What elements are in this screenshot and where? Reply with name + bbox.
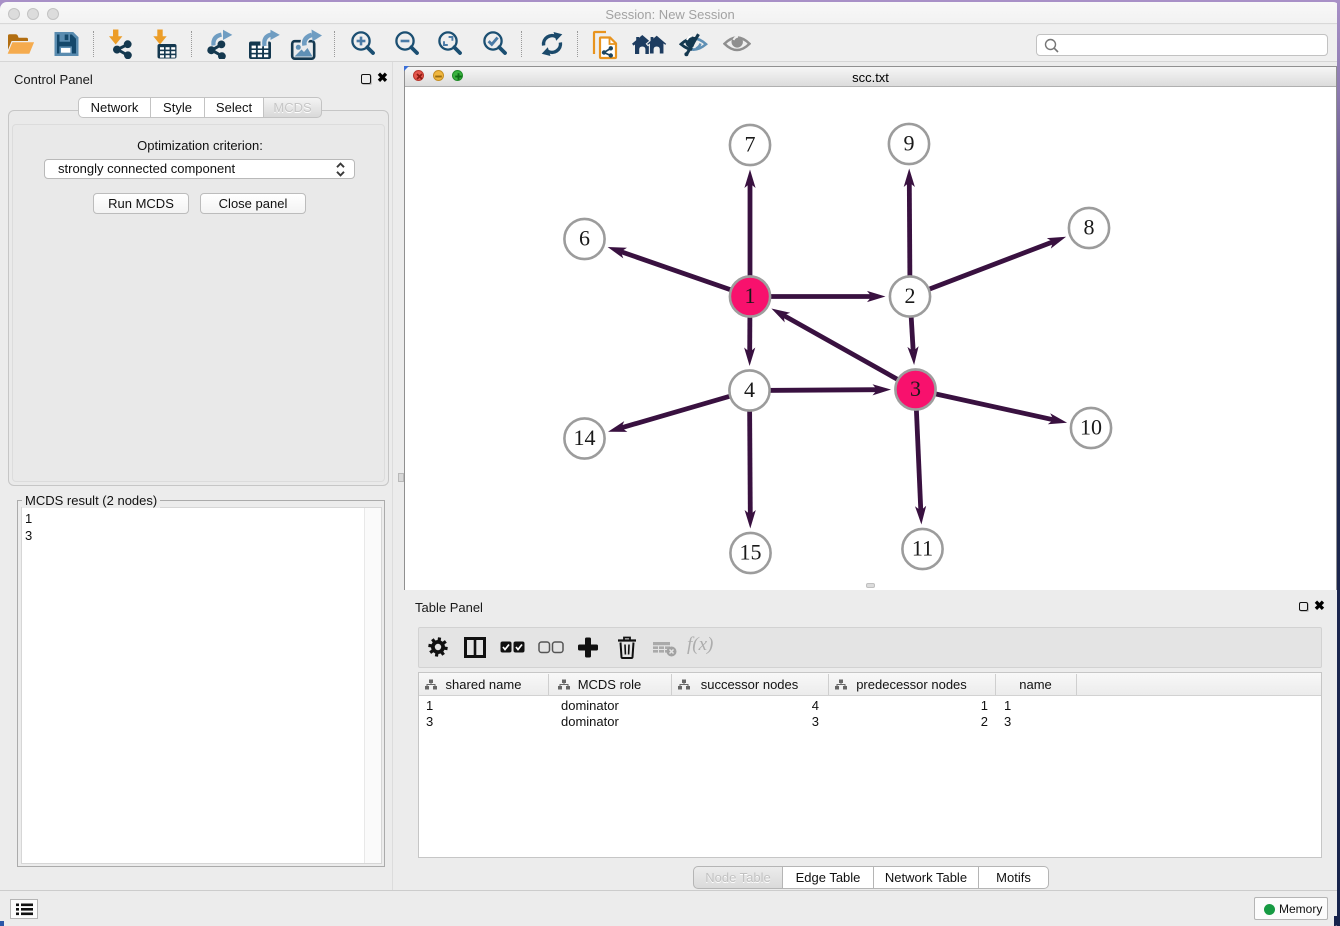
svg-text:15: 15: [740, 540, 762, 565]
svg-text:9: 9: [904, 131, 915, 156]
svg-text:1: 1: [745, 283, 756, 308]
svg-text:11: 11: [912, 536, 933, 561]
svg-text:14: 14: [574, 425, 596, 450]
svg-text:7: 7: [745, 132, 756, 157]
svg-text:3: 3: [910, 376, 921, 401]
svg-text:2: 2: [905, 283, 916, 308]
svg-text:10: 10: [1080, 415, 1102, 440]
svg-text:4: 4: [744, 377, 755, 402]
svg-text:8: 8: [1084, 215, 1095, 240]
svg-text:6: 6: [579, 226, 590, 251]
